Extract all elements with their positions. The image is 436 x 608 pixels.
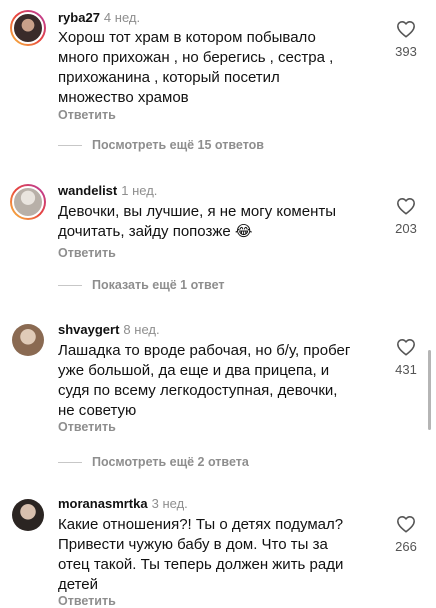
comment-time: 4 нед. [103,10,141,25]
like-button[interactable]: 393 [388,20,424,59]
like-button[interactable]: 203 [388,197,424,236]
like-count: 393 [395,44,417,59]
comment-time: 1 нед. [121,183,158,198]
view-more-replies-label: Показать ещё 1 ответ [92,278,225,292]
comment-time: 8 нед. [123,322,160,337]
comment-time: 3 нед. [151,496,188,511]
like-button[interactable]: 266 [388,515,424,554]
avatar[interactable] [10,184,46,220]
divider [58,144,82,146]
avatar[interactable] [10,322,46,358]
view-more-replies-label: Посмотреть ещё 15 ответов [92,138,264,152]
view-more-replies-label: Посмотреть ещё 2 ответа [92,455,249,469]
comment-text: Какие отношения?! Ты о детях подумал? Пр… [58,516,344,593]
heart-outline-icon [397,339,415,356]
reply-button[interactable]: Ответить [58,420,116,434]
comment-username[interactable]: ryba27 4 нед. [58,10,140,25]
avatar[interactable] [10,497,46,533]
comment-username[interactable]: wandelist 1 нед. [58,183,157,198]
reply-button[interactable]: Ответить [58,108,116,122]
comment-username[interactable]: shvaygert 8 нед. [58,322,160,337]
avatar[interactable] [10,10,46,46]
view-more-replies[interactable]: Посмотреть ещё 15 ответов [58,138,264,152]
heart-outline-icon [397,21,415,38]
comment-text: Хорош тот храм в котором побывало много … [58,29,334,106]
like-count: 431 [395,362,417,377]
view-more-replies[interactable]: Посмотреть ещё 2 ответа [58,455,249,469]
like-button[interactable]: 431 [388,338,424,377]
divider [58,461,82,463]
comment-username[interactable]: moranasmrtka 3 нед. [58,496,188,511]
reply-button[interactable]: Ответить [58,594,116,608]
comment-text: Девочки, вы лучшие, я не могу коменты до… [58,203,337,240]
comment-text: Лашадка то вроде рабочая, но б/у, пробег… [58,342,351,419]
scrollbar[interactable] [428,350,431,430]
heart-outline-icon [397,198,415,215]
heart-outline-icon [397,516,415,533]
view-more-replies[interactable]: Показать ещё 1 ответ [58,278,224,292]
divider [58,284,82,286]
like-count: 203 [395,221,417,236]
reply-button[interactable]: Ответить [58,246,116,260]
like-count: 266 [395,539,417,554]
